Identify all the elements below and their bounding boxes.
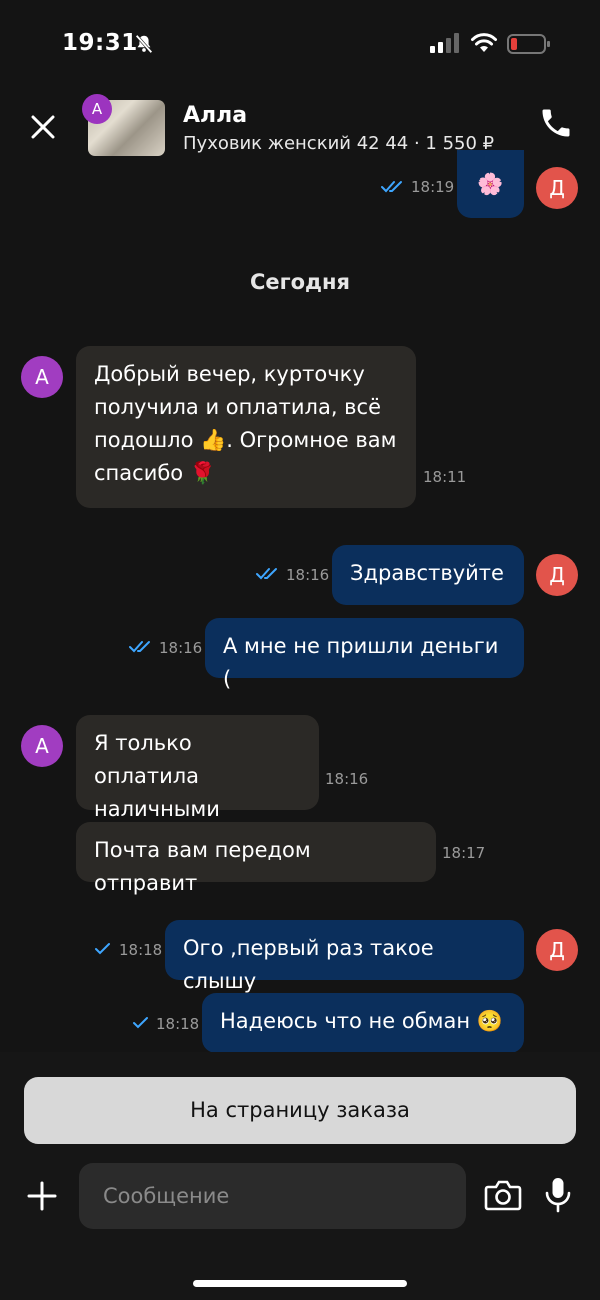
status-time: 19:31 bbox=[62, 30, 138, 56]
wifi-icon bbox=[471, 33, 497, 52]
message-bubble-out[interactable]: Здравствуйте bbox=[332, 545, 524, 605]
avatar: А bbox=[82, 94, 112, 124]
message-time: 18:16 bbox=[159, 639, 203, 657]
message-bubble-in[interactable]: Добрый вечер, курточку получила и оплати… bbox=[76, 346, 416, 508]
microphone-icon[interactable] bbox=[544, 1176, 572, 1214]
close-icon[interactable] bbox=[28, 112, 58, 142]
message-time: 18:18 bbox=[156, 1015, 200, 1033]
chat-title[interactable]: Алла bbox=[183, 103, 247, 128]
message-input[interactable] bbox=[79, 1163, 466, 1229]
message-time: 18:11 bbox=[423, 468, 467, 486]
signal-icon bbox=[430, 33, 459, 53]
message-time: 18:16 bbox=[325, 770, 369, 788]
read-check-icon bbox=[256, 568, 277, 580]
message-time: 18:16 bbox=[286, 566, 330, 584]
message-bubble-out[interactable]: А мне не пришли деньги ( bbox=[205, 618, 524, 691]
message-time: 18:18 bbox=[119, 941, 163, 959]
message-bubble-in[interactable]: Почта вам передом отправит bbox=[76, 822, 436, 895]
message-bubble-out[interactable]: 🌸 bbox=[457, 150, 524, 218]
avatar[interactable]: А bbox=[21, 725, 63, 767]
message-time: 18:17 bbox=[442, 844, 486, 862]
sent-check-icon bbox=[133, 1017, 148, 1029]
date-separator: Сегодня bbox=[249, 270, 350, 294]
avatar[interactable]: А bbox=[21, 356, 63, 398]
avatar[interactable]: Д bbox=[536, 554, 578, 596]
avatar[interactable]: Д bbox=[536, 167, 578, 209]
phone-icon[interactable] bbox=[538, 105, 574, 141]
avatar[interactable]: Д bbox=[536, 929, 578, 971]
battery-low-icon bbox=[507, 34, 550, 54]
read-check-icon bbox=[129, 641, 150, 653]
order-page-button[interactable]: На страницу заказа bbox=[24, 1077, 576, 1144]
message-bubble-out[interactable]: Надеюсь что не обман 🥺 bbox=[202, 993, 524, 1053]
read-check-icon bbox=[381, 181, 402, 193]
chat-subtitle[interactable]: Пуховик женский 42 44 · 1 550 ₽ bbox=[183, 133, 494, 154]
plus-icon[interactable] bbox=[26, 1180, 58, 1212]
message-time: 18:19 bbox=[411, 178, 455, 196]
message-bubble-out[interactable]: Ого ,первый раз такое слышу bbox=[165, 920, 524, 993]
message-bubble-in[interactable]: Я только оплатила наличными bbox=[76, 715, 319, 821]
home-indicator bbox=[193, 1280, 407, 1287]
bell-muted-icon bbox=[135, 34, 153, 54]
camera-icon[interactable] bbox=[484, 1177, 522, 1213]
sent-check-icon bbox=[95, 943, 110, 955]
